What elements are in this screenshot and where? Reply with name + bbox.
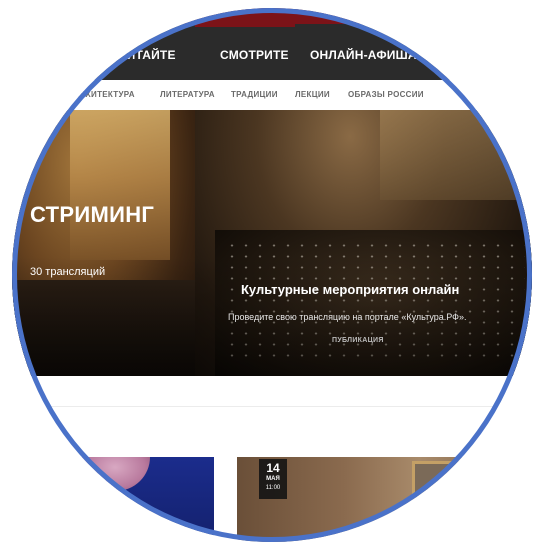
painting-frame-image: [412, 461, 498, 537]
sub-nav-item-literature[interactable]: ЛИТЕРАТУРА: [160, 90, 215, 99]
event-date-month: МАЯ: [266, 476, 280, 482]
page-content: ЧИТАЙТЕ СМОТРИТЕ ОНЛАЙН-АФИША АРХИТЕКТУР…: [12, 8, 532, 542]
sub-nav-item-lectures[interactable]: ЛЕКЦИИ: [295, 90, 330, 99]
promo-description: Проведите свою трансляцию на портале «Ку…: [228, 312, 467, 322]
screenshot-stage: ЧИТАЙТЕ СМОТРИТЕ ОНЛАЙН-АФИША АРХИТЕКТУР…: [0, 0, 540, 548]
sub-nav: АРХИТЕКТУРА ЛИТЕРАТУРА ТРАДИЦИИ ЛЕКЦИИ О…: [12, 80, 532, 110]
sub-nav-item-images-of-russia[interactable]: ОБРАЗЫ РОССИИ: [348, 90, 424, 99]
hero-shade-overlay: [12, 110, 532, 376]
main-nav-item-online-poster[interactable]: ОНЛАЙН-АФИША: [310, 48, 417, 62]
stage-light-image: [80, 457, 150, 491]
hero-banner: СТРИМИНГ 30 трансляций Культурные меропр…: [12, 110, 532, 376]
main-nav-active-indicator: [195, 24, 295, 27]
main-nav-item-read[interactable]: ЧИТАЙТЕ: [118, 48, 176, 62]
top-brand-strip: [12, 8, 532, 24]
main-nav: ЧИТАЙТЕ СМОТРИТЕ ОНЛАЙН-АФИША: [12, 24, 532, 80]
promo-title[interactable]: Культурные мероприятия онлайн: [241, 282, 459, 297]
hero-subtitle: 30 трансляций: [30, 266, 106, 278]
event-card-left-image[interactable]: [12, 457, 214, 542]
event-date-badge: 14 МАЯ 11:00: [259, 459, 287, 499]
hero-title[interactable]: СТРИМИНГ: [30, 202, 154, 228]
sub-nav-item-architecture[interactable]: АРХИТЕКТУРА: [74, 90, 135, 99]
promo-tag: ПУБЛИКАЦИЯ: [332, 337, 384, 344]
event-date-day: 14: [266, 461, 280, 475]
section-divider: [12, 406, 532, 407]
main-nav-item-watch[interactable]: СМОТРИТЕ: [220, 48, 289, 62]
circular-crop: ЧИТАЙТЕ СМОТРИТЕ ОНЛАЙН-АФИША АРХИТЕКТУР…: [12, 8, 532, 542]
event-time: 11:00: [265, 485, 281, 491]
sub-nav-item-traditions[interactable]: ТРАДИЦИИ: [231, 90, 278, 99]
